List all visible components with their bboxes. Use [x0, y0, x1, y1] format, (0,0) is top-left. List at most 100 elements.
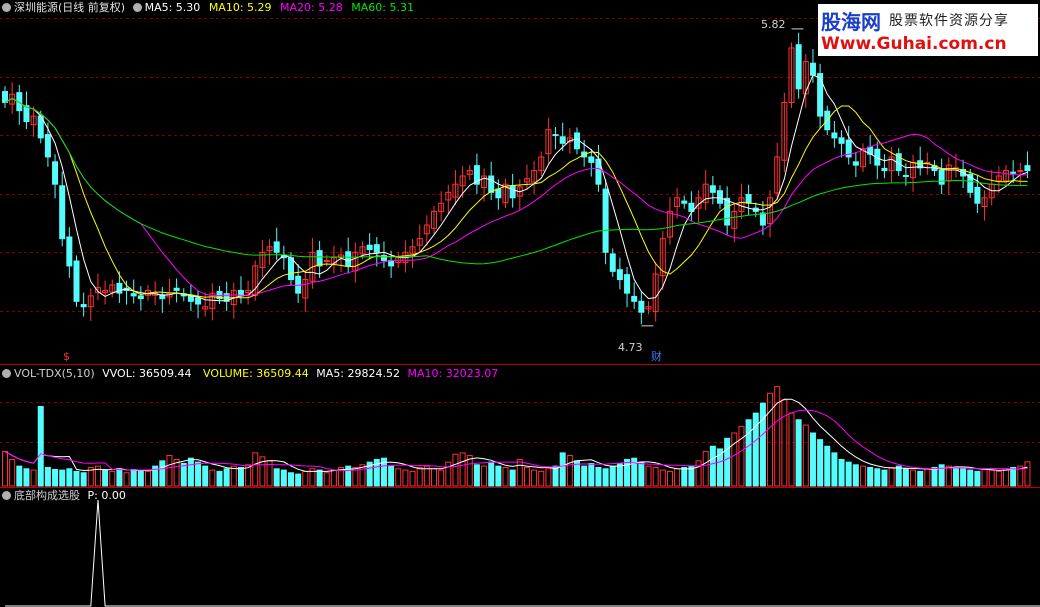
- volume-bar: [280, 469, 287, 487]
- volume-bar: [902, 468, 909, 487]
- volume-bars: [2, 386, 1031, 487]
- volume-bar: [845, 461, 852, 487]
- moving-averages: [4, 74, 1028, 302]
- vol-ma5-legend: MA5: 29824.52: [316, 367, 400, 380]
- volume-bar: [37, 406, 44, 487]
- candle-body: [323, 259, 330, 262]
- volume-legend-value: VOLUME: 36509.44: [203, 367, 309, 380]
- price-markers: [641, 28, 804, 327]
- volume-bar: [895, 465, 902, 487]
- dollar-marker[interactable]: $: [63, 350, 70, 363]
- volume-bar: [123, 472, 130, 487]
- volume-bar: [459, 452, 466, 487]
- volume-bar: [945, 465, 952, 487]
- volume-circle-icon[interactable]: [2, 369, 11, 378]
- volume-bar: [159, 460, 166, 487]
- volume-bar: [681, 466, 688, 487]
- volume-bar: [230, 465, 237, 487]
- indicator-name: 底部构成选股: [14, 489, 80, 502]
- candle-body: [66, 236, 73, 267]
- volume-bar: [288, 472, 294, 487]
- finance-marker[interactable]: 财: [651, 350, 662, 363]
- volume-legend: VOL-TDX(5,10) VVOL: 36509.44 VOLUME: 365…: [2, 367, 498, 380]
- candle-body: [709, 185, 716, 193]
- settings-circle-icon[interactable]: [132, 3, 142, 12]
- candle-body: [1024, 165, 1031, 172]
- volume-bar: [488, 461, 495, 487]
- watermark-url: Www.Guhai.com.cn: [821, 34, 1007, 54]
- high-price-label: 5.82: [761, 18, 786, 31]
- ma20-legend: MA20: 5.28: [280, 1, 343, 14]
- volume-bar: [767, 392, 774, 487]
- candle-body: [345, 251, 352, 267]
- candle-body: [609, 253, 616, 272]
- volume-bar: [23, 468, 30, 487]
- volume-bar: [73, 470, 80, 487]
- volume-ma10-line: [4, 409, 1028, 472]
- candle-body: [588, 156, 595, 163]
- volume-bar: [824, 445, 831, 487]
- volume-bar: [80, 472, 87, 487]
- vvol-legend: VVOL: 36509.44: [102, 367, 192, 380]
- candle-body: [838, 137, 845, 144]
- volume-bar: [145, 470, 151, 487]
- volume-bar: [473, 464, 480, 487]
- volume-bar: [674, 468, 681, 487]
- volume-bar: [645, 465, 652, 487]
- candle-body: [116, 282, 123, 294]
- volume-bar: [438, 469, 445, 487]
- volume-bar: [1010, 466, 1017, 487]
- volume-bar: [130, 468, 137, 487]
- ma60-legend: MA60: 5.31: [351, 1, 414, 14]
- volume-bar: [788, 412, 795, 487]
- volume-bar: [137, 469, 144, 487]
- volume-bar: [531, 469, 538, 487]
- volume-bar: [323, 472, 330, 487]
- candle-body: [938, 170, 945, 185]
- volume-bar: [860, 465, 866, 487]
- volume-bar: [330, 469, 337, 487]
- ma60-line: [4, 97, 1028, 265]
- volume-bar: [44, 466, 51, 487]
- candle-body: [638, 300, 645, 313]
- candle-body: [1010, 171, 1017, 174]
- vol-indicator-name: VOL-TDX(5,10): [14, 367, 95, 380]
- volume-bar: [609, 465, 616, 487]
- low-price-label: 4.73: [618, 341, 643, 354]
- candle-body: [488, 175, 495, 193]
- volume-bar: [502, 466, 509, 487]
- candle-body: [681, 200, 688, 204]
- candle-body: [2, 91, 8, 103]
- watermark-slogan: 股票软件资源分享: [889, 13, 1009, 29]
- volume-bar: [109, 470, 116, 487]
- volume-bar: [252, 452, 259, 487]
- candle-body: [137, 295, 144, 300]
- volume-bar: [66, 468, 73, 487]
- volume-bar: [924, 468, 931, 487]
- volume-bar: [774, 386, 781, 487]
- volume-bar: [802, 424, 809, 487]
- candle-body: [795, 44, 802, 90]
- indicator-circle-icon[interactable]: [2, 491, 11, 500]
- watermark-logo: 股海网 股票软件资源分享 Www.Guhai.com.cn: [818, 4, 1038, 56]
- candle-body: [73, 260, 80, 302]
- ma10-line: [4, 97, 1028, 299]
- volume-bar: [967, 469, 974, 487]
- collapse-circle-icon[interactable]: [2, 3, 11, 12]
- volume-bar: [516, 459, 523, 487]
- candle-body: [509, 185, 516, 199]
- volume-bar: [981, 468, 988, 487]
- stock-chart[interactable]: [0, 0, 1040, 607]
- candle-body: [495, 188, 502, 199]
- volume-bar: [817, 439, 824, 487]
- volume-bar: [881, 469, 888, 487]
- volume-bar: [852, 464, 859, 487]
- volume-bar: [216, 470, 223, 487]
- volume-bar: [16, 465, 23, 487]
- volume-bar: [831, 452, 838, 487]
- stock-title: 深圳能源(日线 前复权): [14, 1, 126, 14]
- volume-bar: [388, 465, 395, 487]
- candle-body: [852, 161, 859, 166]
- ma10-legend: MA10: 5.29: [208, 1, 272, 14]
- volume-bar: [867, 466, 874, 487]
